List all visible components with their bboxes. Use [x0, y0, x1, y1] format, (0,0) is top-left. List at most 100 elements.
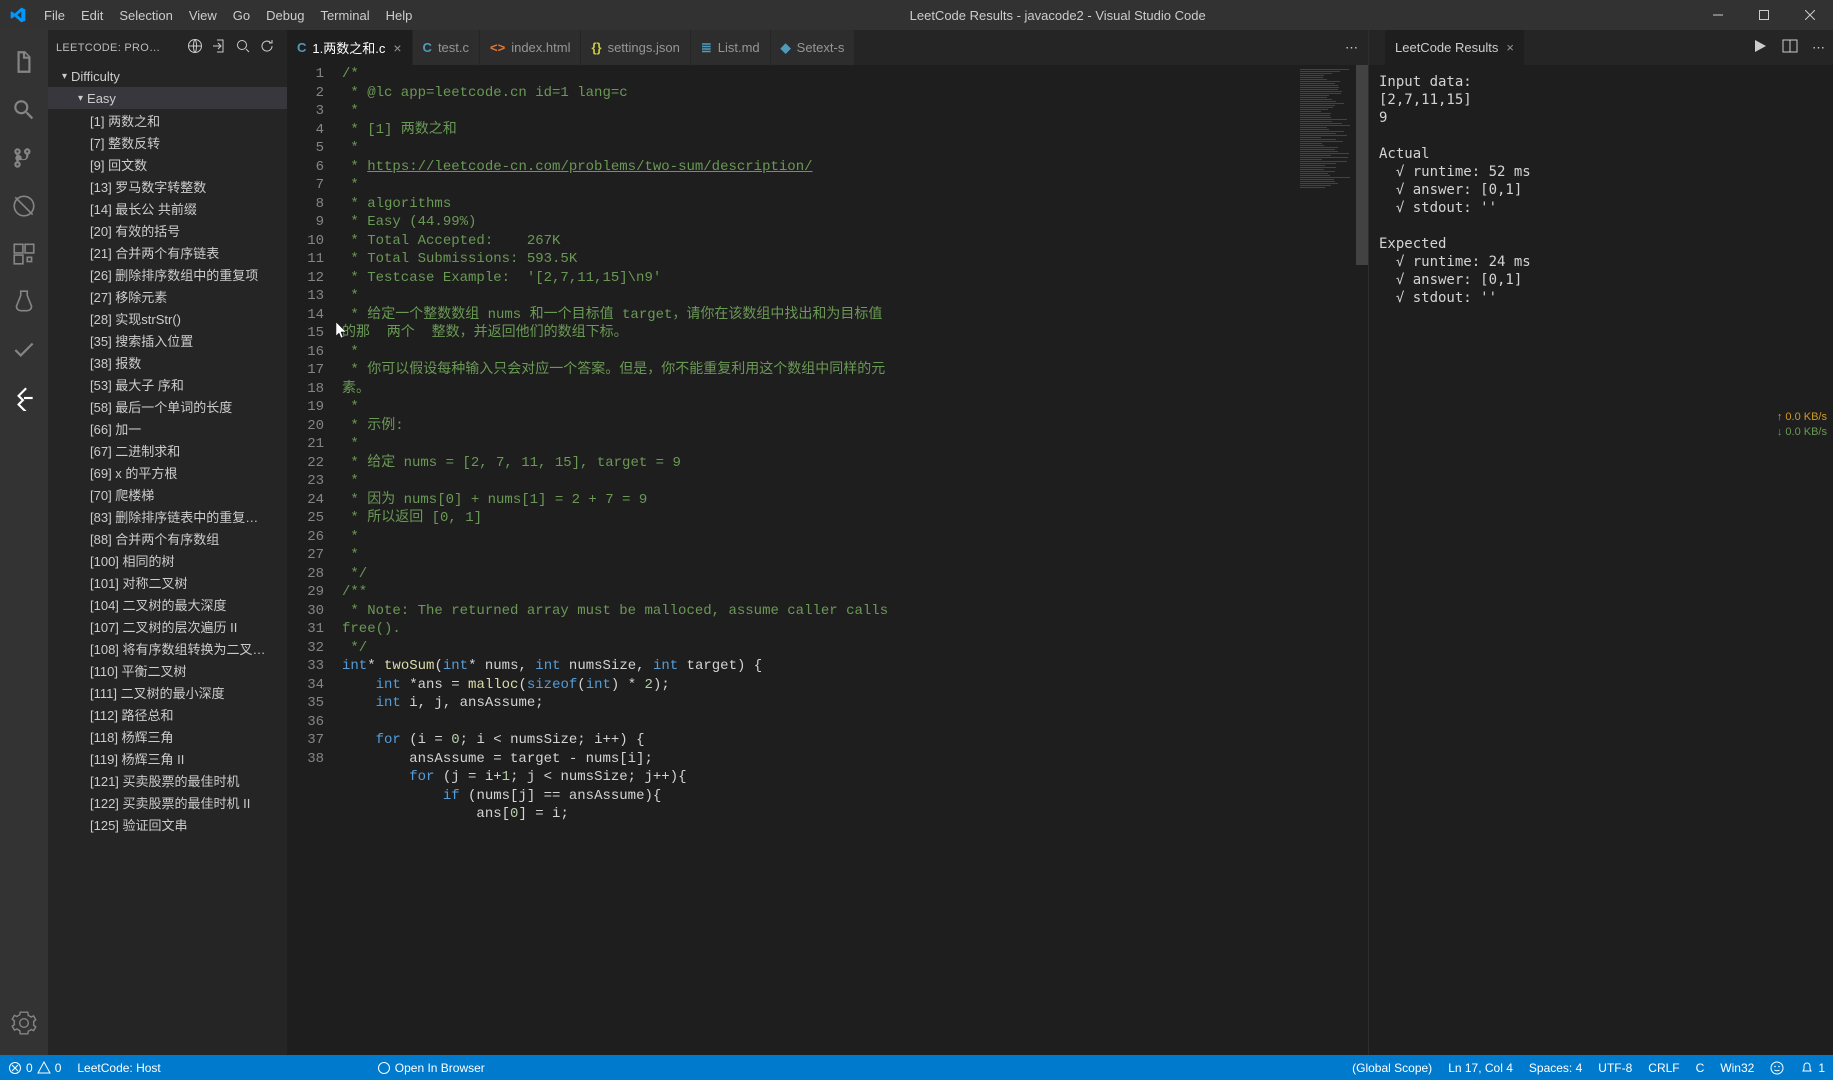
problem-item[interactable]: [14] 最长公 共前缀 [48, 197, 287, 219]
problem-item[interactable]: [70] 爬楼梯 [48, 483, 287, 505]
tree-group-difficulty[interactable]: ▾Difficulty [48, 65, 287, 87]
editor-tab[interactable]: <>index.html [480, 30, 581, 65]
more-icon[interactable]: ⋯ [1812, 40, 1825, 56]
editor-actions-overflow-icon[interactable]: ⋯ [1345, 30, 1368, 65]
search-icon[interactable] [0, 86, 48, 134]
problem-item[interactable]: [9] 回文数 [48, 153, 287, 175]
problem-item[interactable]: [108] 将有序数组转换为二叉… [48, 637, 287, 659]
minimize-button[interactable] [1695, 0, 1741, 30]
status-leetcode[interactable]: LeetCode: Host [69, 1061, 168, 1075]
menu-file[interactable]: File [36, 8, 73, 23]
menu-debug[interactable]: Debug [258, 8, 312, 23]
mouse-cursor-icon [336, 322, 348, 340]
results-panel: LeetCode Results × ⋯ Input data: [2,7,11… [1368, 30, 1833, 1055]
activity-bar [0, 30, 48, 1055]
vscode-logo-icon [0, 7, 36, 23]
problem-item[interactable]: [7] 整数反转 [48, 131, 287, 153]
problem-item[interactable]: [83] 删除排序链表中的重复… [48, 505, 287, 527]
problem-item[interactable]: [110] 平衡二叉树 [48, 659, 287, 681]
menu-edit[interactable]: Edit [73, 8, 111, 23]
test-icon[interactable] [0, 278, 48, 326]
tab-label: settings.json [608, 40, 680, 55]
refresh-icon[interactable] [255, 38, 279, 57]
status-os[interactable]: Win32 [1712, 1061, 1762, 1075]
status-lncol[interactable]: Ln 17, Col 4 [1440, 1061, 1521, 1075]
problem-item[interactable]: [28] 实现strStr() [48, 307, 287, 329]
problem-tree: ▾Difficulty ▾Easy [1] 两数之和[7] 整数反转[9] 回文… [48, 65, 287, 835]
editor-tab[interactable]: ≣List.md [691, 30, 771, 65]
status-scope[interactable]: (Global Scope) [1344, 1061, 1440, 1075]
run-icon[interactable] [1752, 38, 1768, 57]
sidebar-title: LEETCODE: PRO… [56, 42, 183, 54]
problem-item[interactable]: [104] 二叉树的最大深度 [48, 593, 287, 615]
window-title: LeetCode Results - javacode2 - Visual St… [420, 8, 1695, 23]
problem-item[interactable]: [66] 加一 [48, 417, 287, 439]
editor-tab[interactable]: Ctest.c [413, 30, 480, 65]
source-control-icon[interactable] [0, 134, 48, 182]
problem-item[interactable]: [27] 移除元素 [48, 285, 287, 307]
problem-item[interactable]: [35] 搜索插入位置 [48, 329, 287, 351]
split-editor-icon[interactable] [1782, 38, 1798, 57]
editor-body[interactable]: 1234567891011121314151617181920212223242… [287, 65, 1368, 1055]
file-icon: ◆ [781, 40, 791, 56]
editor-tab[interactable]: ◆Setext-s [771, 30, 856, 65]
problem-item[interactable]: [1] 两数之和 [48, 109, 287, 131]
status-spaces[interactable]: Spaces: 4 [1521, 1061, 1590, 1075]
problem-item[interactable]: [107] 二叉树的层次遍历 II [48, 615, 287, 637]
menu-help[interactable]: Help [378, 8, 421, 23]
search-icon[interactable] [231, 38, 255, 57]
leetcode-icon[interactable] [0, 374, 48, 422]
problem-item[interactable]: [26] 删除排序数组中的重复项 [48, 263, 287, 285]
problem-item[interactable]: [122] 买卖股票的最佳时机 II [48, 791, 287, 813]
status-feedback[interactable] [1762, 1061, 1792, 1075]
menu-selection[interactable]: Selection [111, 8, 180, 23]
results-tab[interactable]: LeetCode Results × [1385, 30, 1524, 65]
results-output: Input data: [2,7,11,15] 9 Actual √ runti… [1369, 65, 1833, 1055]
problem-item[interactable]: [112] 路径总和 [48, 703, 287, 725]
problem-item[interactable]: [119] 杨辉三角 II [48, 747, 287, 769]
problem-item[interactable]: [20] 有效的括号 [48, 219, 287, 241]
problem-item[interactable]: [38] 报数 [48, 351, 287, 373]
explorer-icon[interactable] [0, 38, 48, 86]
code-content[interactable]: /* * @lc app=leetcode.cn id=1 lang=c * *… [342, 65, 1368, 1055]
problem-item[interactable]: [121] 买卖股票的最佳时机 [48, 769, 287, 791]
problem-item[interactable]: [88] 合并两个有序数组 [48, 527, 287, 549]
close-icon[interactable]: × [1506, 40, 1514, 55]
debug-icon[interactable] [0, 182, 48, 230]
checkmark-icon[interactable] [0, 326, 48, 374]
menu-view[interactable]: View [181, 8, 225, 23]
menu-go[interactable]: Go [225, 8, 258, 23]
problem-item[interactable]: [67] 二进制求和 [48, 439, 287, 461]
status-open-browser[interactable]: Open In Browser [369, 1061, 493, 1075]
problem-item[interactable]: [111] 二叉树的最小深度 [48, 681, 287, 703]
close-button[interactable] [1787, 0, 1833, 30]
status-bell[interactable]: 1 [1792, 1061, 1833, 1075]
problem-item[interactable]: [101] 对称二叉树 [48, 571, 287, 593]
globe-icon[interactable] [183, 38, 207, 57]
problem-item[interactable]: [100] 相同的树 [48, 549, 287, 571]
editor-tab[interactable]: C1.两数之和.c× [287, 30, 413, 65]
problem-item[interactable]: [69] x 的平方根 [48, 461, 287, 483]
status-encoding[interactable]: UTF-8 [1590, 1061, 1640, 1075]
menu-terminal[interactable]: Terminal [312, 8, 377, 23]
editor-tab[interactable]: {}settings.json [581, 30, 690, 65]
maximize-button[interactable] [1741, 0, 1787, 30]
problem-item[interactable]: [118] 杨辉三角 [48, 725, 287, 747]
status-lang[interactable]: C [1688, 1061, 1713, 1075]
extensions-icon[interactable] [0, 230, 48, 278]
results-tab-label: LeetCode Results [1395, 40, 1498, 55]
close-icon[interactable]: × [393, 40, 401, 56]
network-speed-widget: ↑ 0.0 KB/s ↓ 0.0 KB/s [1777, 410, 1827, 440]
minimap[interactable] [1296, 65, 1356, 1055]
status-problems[interactable]: 0 0 [0, 1061, 69, 1075]
problem-item[interactable]: [125] 验证回文串 [48, 813, 287, 835]
problem-item[interactable]: [53] 最大子 序和 [48, 373, 287, 395]
status-eol[interactable]: CRLF [1640, 1061, 1687, 1075]
signout-icon[interactable] [207, 38, 231, 57]
tab-label: test.c [438, 40, 469, 55]
problem-item[interactable]: [21] 合并两个有序链表 [48, 241, 287, 263]
problem-item[interactable]: [13] 罗马数字转整数 [48, 175, 287, 197]
tree-group-easy[interactable]: ▾Easy [48, 87, 287, 109]
problem-item[interactable]: [58] 最后一个单词的长度 [48, 395, 287, 417]
settings-gear-icon[interactable] [0, 999, 48, 1047]
